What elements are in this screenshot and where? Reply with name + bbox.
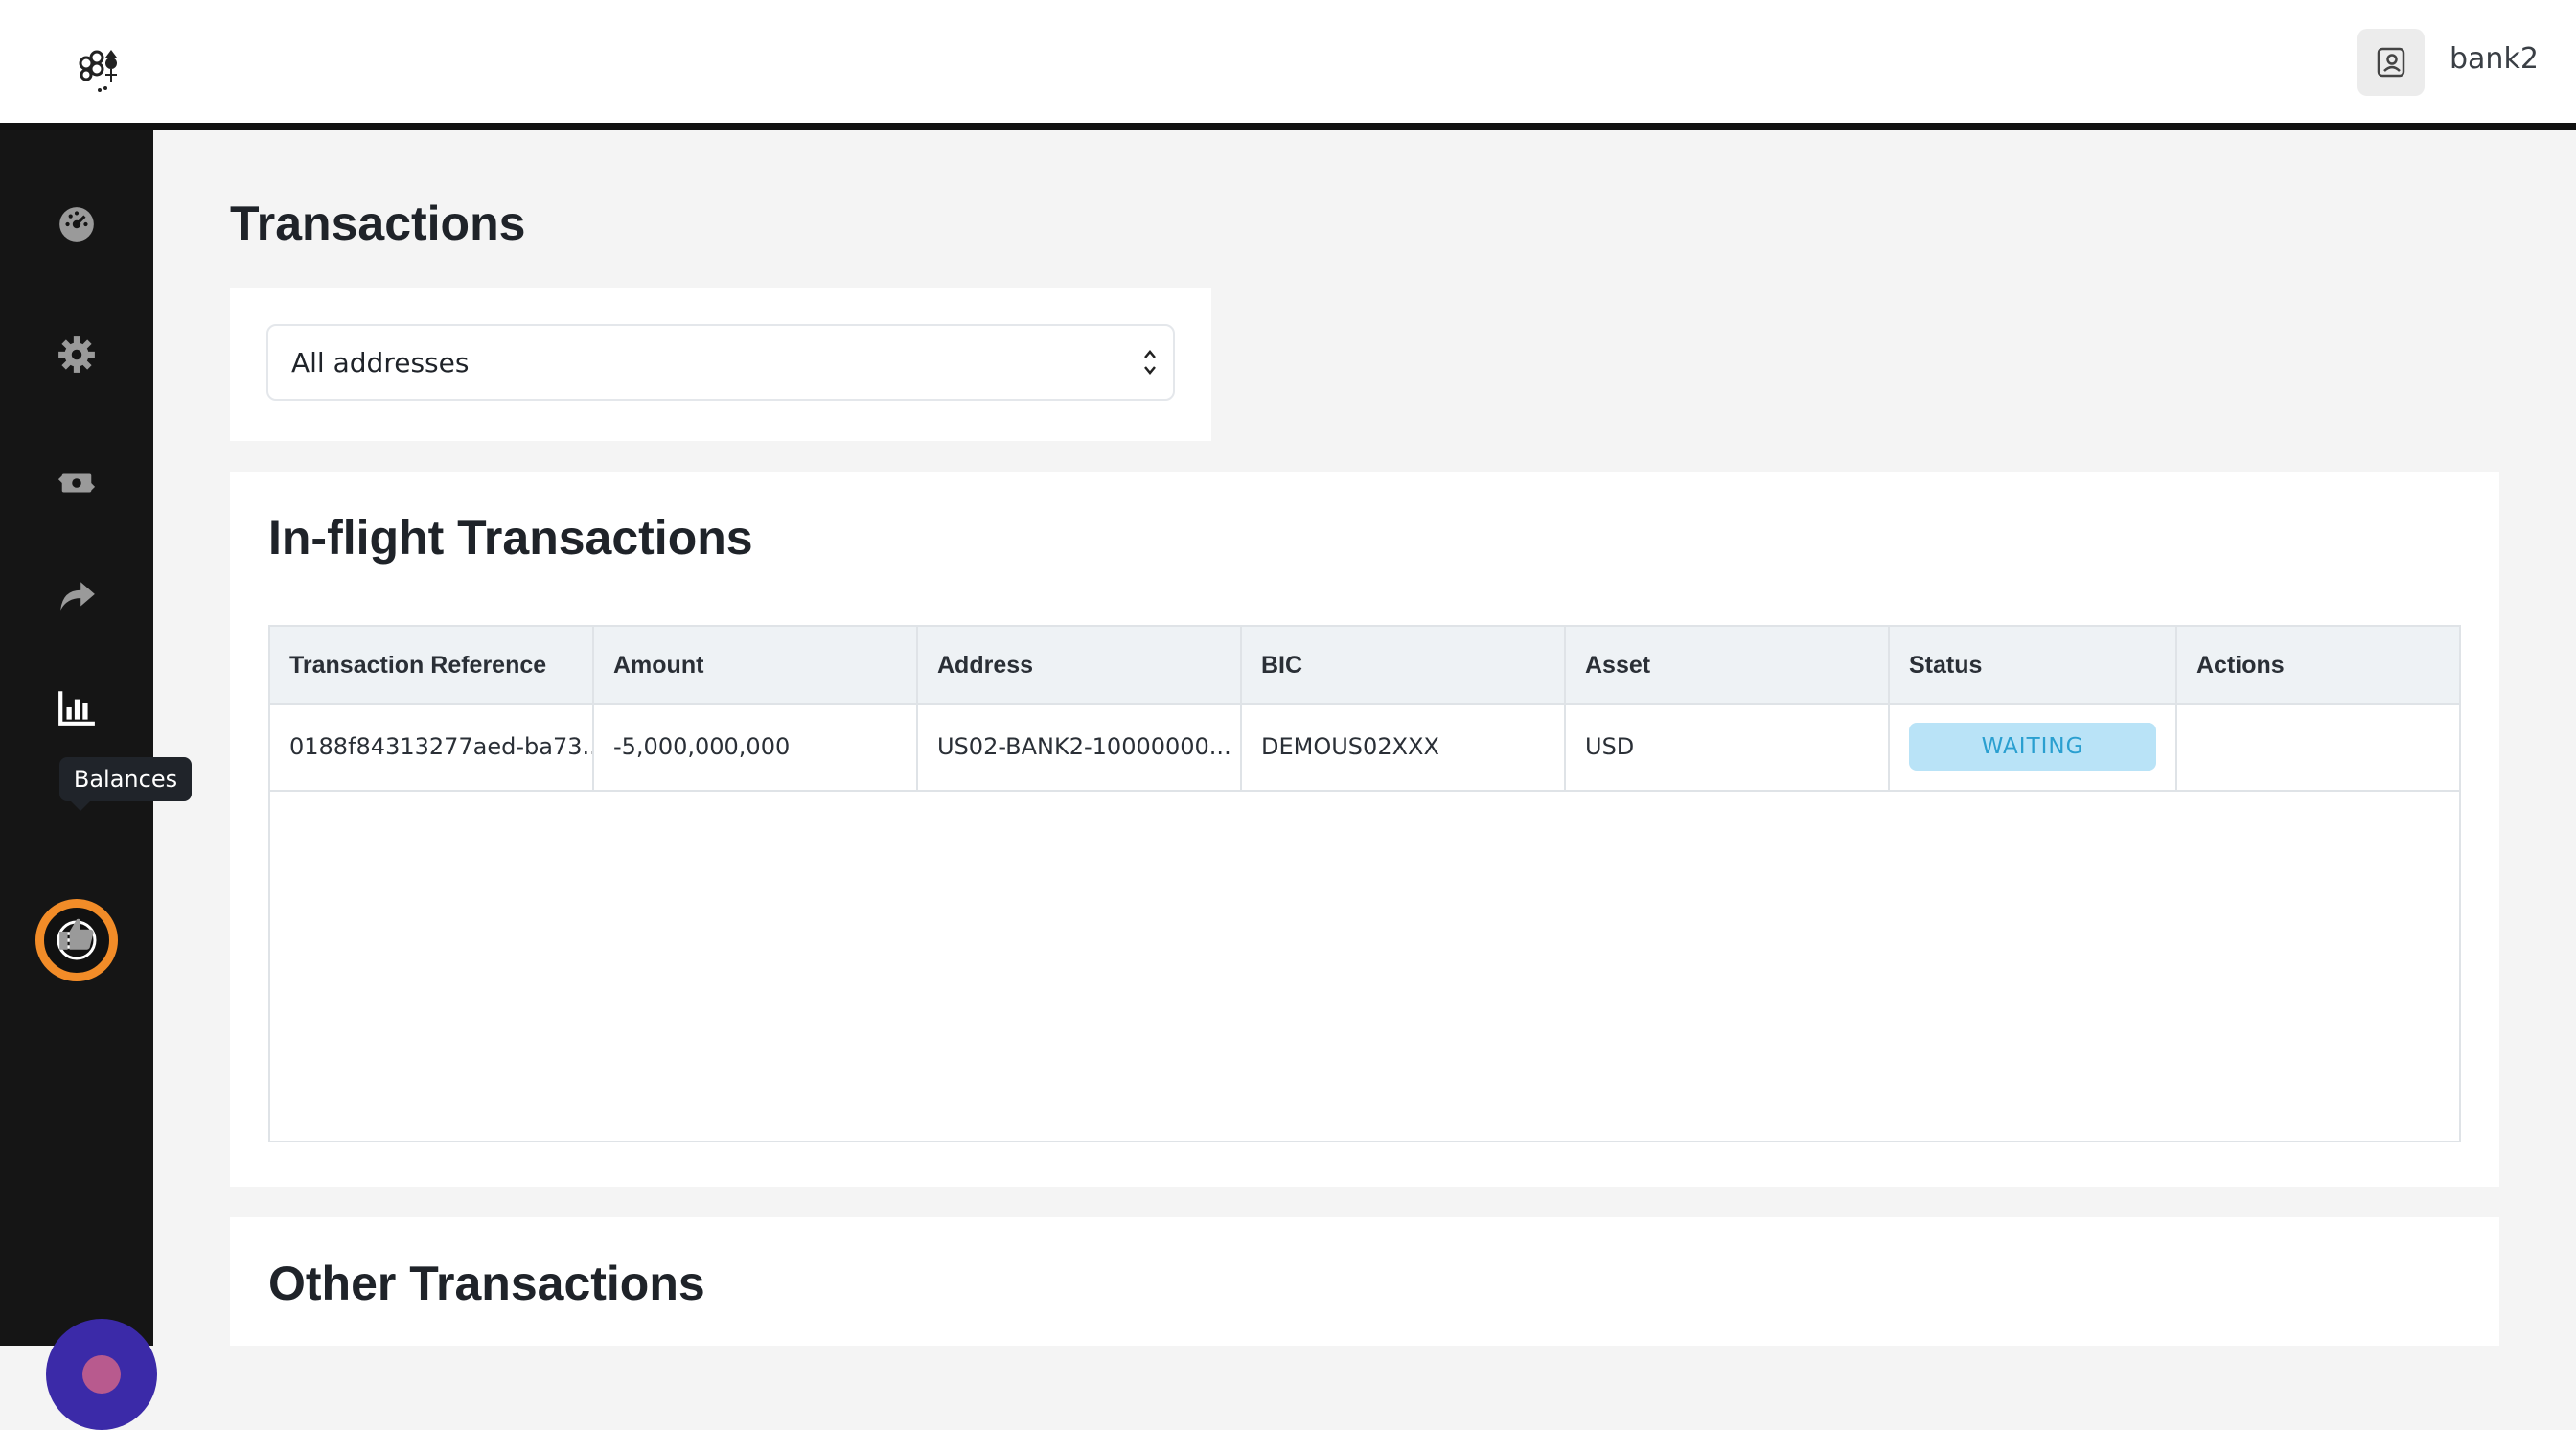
user-name: bank2 — [2450, 42, 2539, 76]
thumbs-up-icon — [59, 918, 94, 950]
cell-amount: -5,000,000,000 — [594, 703, 918, 790]
assistant-dot-icon — [82, 1355, 121, 1394]
address-select[interactable]: All addresses — [266, 324, 1175, 401]
column-header: Actions — [2196, 651, 2285, 679]
column-header[interactable]: Amount — [594, 627, 918, 703]
sidebar-item-exchange[interactable] — [50, 456, 104, 510]
dashboard-icon — [59, 207, 94, 242]
cell-bic: DEMOUS02XXX — [1242, 703, 1566, 790]
cell-status: WAITING — [1890, 703, 2177, 790]
select-arrows-icon — [1144, 350, 1156, 375]
header-divider — [0, 123, 2576, 130]
table-row[interactable]: 0188f84313277aed-ba73... -5,000,000,000 … — [270, 703, 2459, 792]
sidebar-item-dashboard[interactable] — [50, 197, 104, 251]
page-title: Transactions — [230, 196, 526, 250]
column-header[interactable]: Asset — [1566, 627, 1890, 703]
other-title: Other Transactions — [268, 1257, 705, 1310]
sidebar-item-settings[interactable] — [50, 328, 104, 381]
column-header[interactable]: Status — [1890, 627, 2177, 703]
sidebar-item-transfer[interactable] — [50, 569, 104, 623]
money-exchange-icon — [58, 473, 96, 493]
gear-icon — [58, 336, 95, 373]
inflight-title: In-flight Transactions — [268, 511, 753, 565]
other-transactions-card: Other Transactions — [230, 1217, 2499, 1346]
cell-actions — [2177, 703, 2459, 790]
column-header[interactable]: Transaction Reference — [270, 627, 594, 703]
cell-address: US02-BANK2-10000000... — [918, 703, 1242, 790]
column-header[interactable]: BIC — [1242, 627, 1566, 703]
cell-asset: USD — [1566, 703, 1890, 790]
sidebar-item-approvals[interactable] — [50, 907, 104, 960]
address-filter-card: All addresses — [230, 288, 1211, 441]
inflight-transactions-card: In-flight Transactions Transaction Refer… — [230, 472, 2499, 1187]
sidebar-item-balances[interactable] — [50, 680, 104, 734]
inflight-table: Transaction Reference Amount Address BIC… — [268, 625, 2461, 1142]
status-badge: WAITING — [1909, 723, 2156, 771]
column-header[interactable]: Address — [918, 627, 1242, 703]
cell-reference: 0188f84313277aed-ba73... — [270, 703, 594, 790]
app-logo-icon[interactable] — [77, 44, 130, 94]
user-account-button[interactable] — [2358, 29, 2425, 96]
assistant-launcher-button[interactable] — [46, 1319, 157, 1430]
table-header: Transaction Reference Amount Address BIC… — [270, 627, 2459, 705]
share-arrow-icon — [60, 582, 95, 611]
bar-chart-icon — [58, 691, 95, 726]
user-badge-icon — [2377, 47, 2405, 78]
sidebar: Balances — [0, 130, 192, 1430]
address-select-value: All addresses — [291, 347, 470, 379]
balances-tooltip: Balances — [59, 757, 192, 811]
top-bar: bank2 — [0, 0, 2576, 123]
